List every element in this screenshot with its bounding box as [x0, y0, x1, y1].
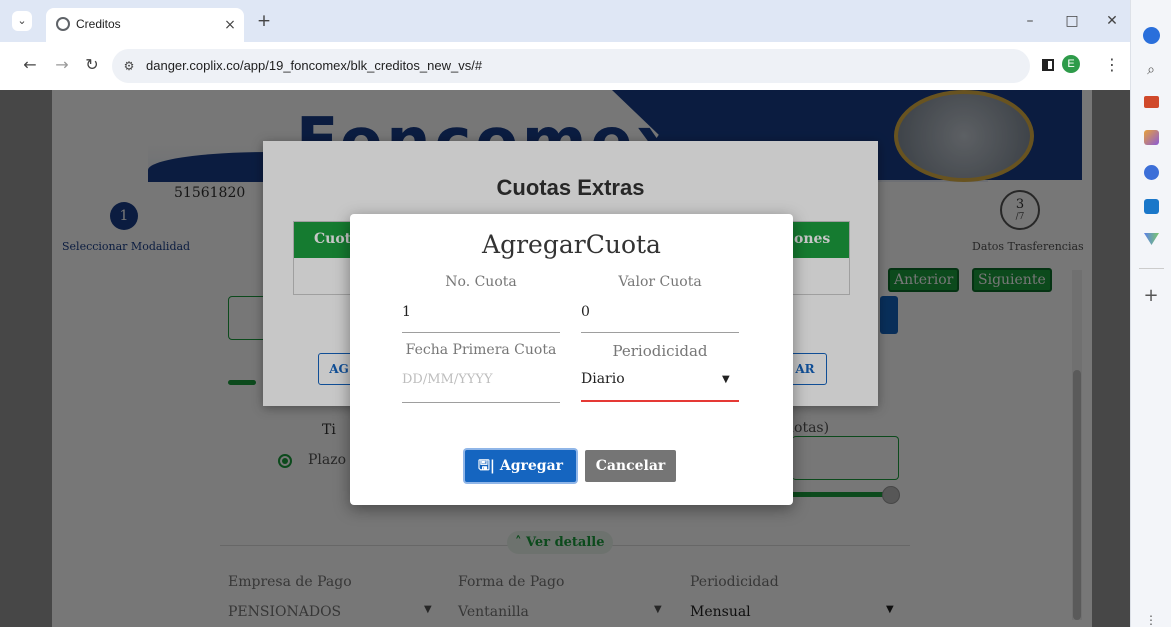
- outlook-icon[interactable]: [1144, 199, 1159, 214]
- fecha-underline: [402, 402, 560, 403]
- cancelar-button[interactable]: Cancelar: [585, 450, 676, 482]
- tab-search-button[interactable]: ⌄: [12, 11, 32, 31]
- periodicidad-underline: [581, 400, 739, 402]
- valor-cuota-label: Valor Cuota: [618, 274, 702, 290]
- games-icon[interactable]: [1144, 130, 1159, 145]
- modal-title: Cuotas Extras: [496, 175, 645, 200]
- globe-icon: [56, 17, 70, 31]
- agregar-cuota-modal: AgregarCuota No. Cuota 1 Valor Cuota 0 F…: [350, 214, 793, 505]
- column-header: ones: [794, 231, 831, 247]
- office-icon[interactable]: [1144, 165, 1159, 180]
- column-header: Cuot: [314, 231, 352, 247]
- separator: [1139, 268, 1164, 269]
- tab-close-icon[interactable]: ×: [222, 15, 238, 35]
- modal-title: AgregarCuota: [482, 230, 661, 259]
- address-bar[interactable]: ⚙ danger.coplix.co/app/19_foncomex/blk_c…: [112, 49, 1030, 83]
- tab-strip: ⌄ Creditos × + – □ ✕: [0, 0, 1130, 42]
- fecha-label: Fecha Primera Cuota: [405, 342, 557, 358]
- more-icon[interactable]: ⋮: [1141, 610, 1161, 630]
- valor-cuota-underline: [581, 332, 739, 333]
- shopping-bag-icon[interactable]: [1144, 96, 1159, 108]
- chevron-down-icon: ▼: [722, 374, 730, 385]
- reload-icon[interactable]: ↻: [82, 55, 102, 75]
- periodicidad-label: Periodicidad: [612, 342, 708, 360]
- forward-arrow-icon[interactable]: →: [52, 55, 72, 75]
- copilot-icon[interactable]: [1143, 27, 1160, 44]
- site-settings-icon[interactable]: ⚙: [120, 56, 138, 76]
- fecha-input[interactable]: DD/MM/YYYY: [402, 372, 493, 387]
- browser-side-panel: ⌕ + ⋮: [1130, 0, 1171, 627]
- minimize-button[interactable]: –: [1020, 11, 1040, 31]
- no-cuota-underline: [402, 332, 560, 333]
- add-icon[interactable]: +: [1141, 286, 1161, 306]
- designer-icon[interactable]: [1144, 233, 1159, 245]
- url-text: danger.coplix.co/app/19_foncomex/blk_cre…: [146, 58, 483, 73]
- new-tab-button[interactable]: +: [254, 11, 274, 31]
- browser-tab[interactable]: Creditos ×: [46, 8, 244, 42]
- periodicidad-select[interactable]: Diario: [581, 371, 625, 387]
- profile-avatar[interactable]: E: [1062, 55, 1080, 73]
- maximize-button[interactable]: □: [1062, 11, 1082, 31]
- close-window-button[interactable]: ✕: [1102, 11, 1122, 31]
- back-arrow-icon[interactable]: ←: [20, 55, 40, 75]
- valor-cuota-input[interactable]: 0: [581, 304, 590, 320]
- menu-kebab-icon[interactable]: ⋮: [1102, 55, 1122, 75]
- no-cuota-input[interactable]: 1: [402, 304, 411, 320]
- save-icon: 🖫: [477, 458, 490, 474]
- no-cuota-label: No. Cuota: [445, 274, 517, 290]
- agregar-button[interactable]: 🖫| Agregar: [465, 450, 576, 482]
- sidepanel-icon[interactable]: [1042, 59, 1054, 71]
- agregar-label: | Agregar: [489, 458, 564, 474]
- search-icon[interactable]: ⌕: [1141, 60, 1161, 80]
- tab-title: Creditos: [76, 17, 121, 31]
